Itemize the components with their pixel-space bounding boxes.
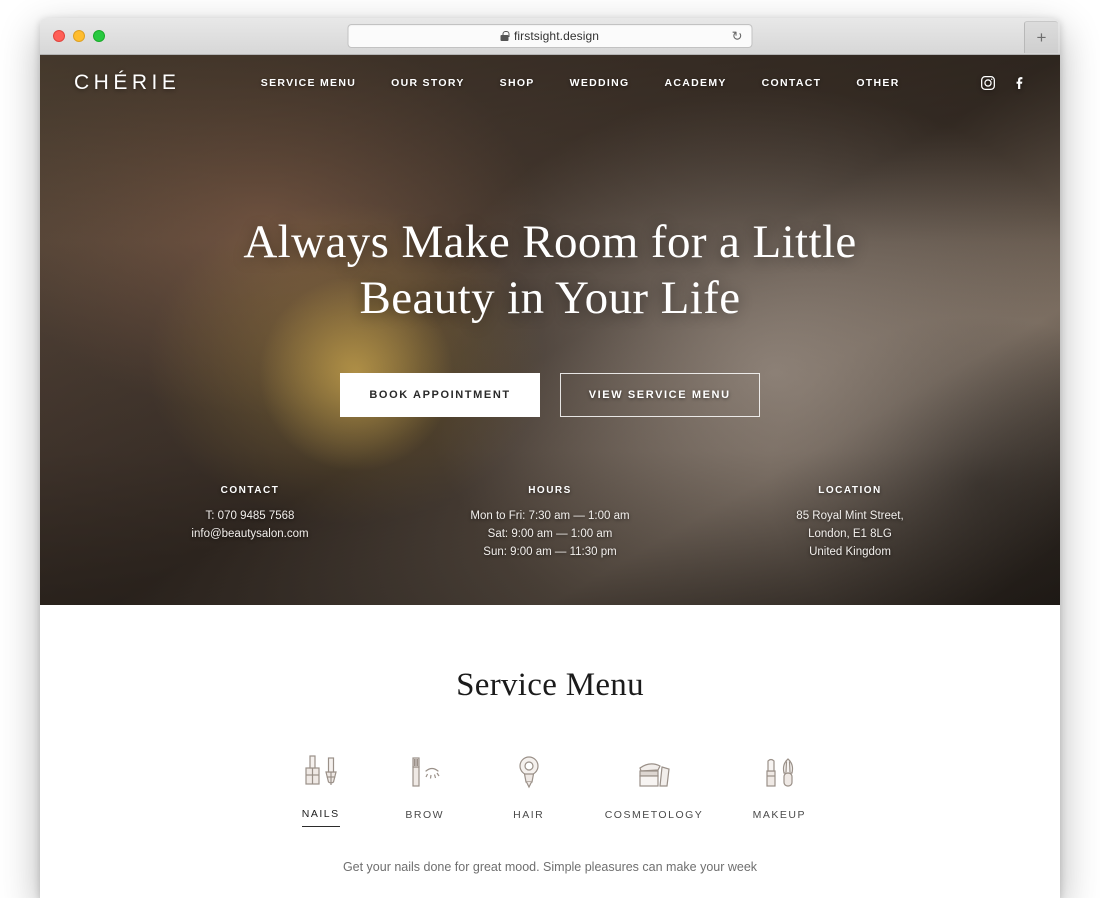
location-country: United Kingdom: [809, 545, 891, 558]
address-bar-content: firstsight.design: [500, 29, 600, 43]
lock-icon: [500, 31, 510, 41]
window-traffic-lights: [40, 30, 105, 42]
hours-weekday: Mon to Fri: 7:30 am — 1:00 am: [470, 510, 630, 522]
tab-nails[interactable]: NAILS: [293, 748, 349, 827]
info-column-location: LOCATION 85 Royal Mint Street, London, E…: [700, 485, 1000, 561]
reload-icon[interactable]: ↻: [732, 30, 743, 43]
nav-item-shop[interactable]: SHOP: [500, 77, 535, 89]
nav-item-other[interactable]: OTHER: [856, 77, 899, 89]
brow-brush-icon: [402, 749, 448, 795]
minimize-window-button[interactable]: [73, 30, 85, 42]
instagram-icon[interactable]: [980, 75, 996, 91]
hero-info-columns: CONTACT T: 070 9485 7568 info@beautysalo…: [40, 485, 1060, 561]
tab-makeup-label: MAKEUP: [752, 809, 806, 821]
tab-nails-label: NAILS: [301, 808, 340, 827]
book-appointment-button[interactable]: BOOK APPOINTMENT: [340, 372, 540, 417]
site-navigation: CHÉRIE SERVICE MENU OUR STORY SHOP WEDDI…: [40, 55, 1060, 111]
hero-content: Always Make Room for a Little Beauty in …: [40, 111, 1060, 417]
new-tab-button[interactable]: +: [1024, 21, 1058, 53]
tab-brow-label: BROW: [405, 809, 445, 821]
page-viewport: CHÉRIE SERVICE MENU OUR STORY SHOP WEDDI…: [40, 55, 1060, 898]
view-service-menu-button[interactable]: VIEW SERVICE MENU: [559, 372, 760, 417]
service-description: Get your nails done for great mood. Simp…: [342, 860, 758, 874]
facebook-icon[interactable]: [1012, 75, 1028, 91]
tab-makeup[interactable]: MAKEUP: [751, 749, 807, 827]
nav-item-our-story[interactable]: OUR STORY: [391, 77, 465, 89]
location-street: 85 Royal Mint Street,: [796, 510, 904, 522]
tab-brow[interactable]: BROW: [397, 749, 453, 827]
nav-item-contact[interactable]: CONTACT: [762, 77, 822, 89]
location-city: London, E1 8LG: [808, 527, 892, 540]
info-column-hours: HOURS Mon to Fri: 7:30 am — 1:00 am Sat:…: [400, 485, 700, 561]
location-heading: LOCATION: [818, 485, 882, 496]
hours-sunday: Sun: 9:00 am — 11:30 pm: [483, 545, 617, 558]
nav-item-wedding[interactable]: WEDDING: [570, 77, 630, 89]
hero-title-line-2: Beauty in Your Life: [359, 271, 741, 324]
nav-item-service-menu[interactable]: SERVICE MENU: [261, 77, 356, 89]
social-links: [980, 75, 1028, 91]
service-menu-title: Service Menu: [456, 667, 644, 703]
info-column-contact: CONTACT T: 070 9485 7568 info@beautysalo…: [100, 485, 400, 561]
site-logo[interactable]: CHÉRIE: [74, 71, 180, 95]
browser-chrome-bar: firstsight.design ↻ +: [40, 18, 1060, 55]
browser-window: firstsight.design ↻ + CHÉRIE SERVICE MEN…: [40, 18, 1060, 898]
tab-cosmetology-label: COSMETOLOGY: [604, 809, 704, 821]
nail-polish-icon: [298, 748, 344, 794]
contact-heading: CONTACT: [220, 485, 280, 496]
tab-hair[interactable]: HAIR: [501, 749, 557, 827]
service-category-tabs: NAILS BROW HAIR COSMETOLOGY MAKEUP: [40, 748, 1060, 827]
tab-hair-label: HAIR: [513, 809, 545, 821]
hero-title-line-1: Always Make Room for a Little: [243, 216, 857, 268]
contact-phone: T: 070 9485 7568: [205, 510, 295, 522]
lipstick-brush-icon: [756, 749, 802, 795]
hero-title: Always Make Room for a Little Beauty in …: [40, 215, 1060, 327]
close-window-button[interactable]: [53, 30, 65, 42]
cream-jar-icon: [629, 749, 679, 795]
tab-cosmetology[interactable]: COSMETOLOGY: [605, 749, 704, 827]
nav-item-academy[interactable]: ACADEMY: [664, 77, 726, 89]
contact-email: info@beautysalon.com: [191, 527, 309, 540]
address-bar[interactable]: firstsight.design ↻: [347, 24, 753, 48]
hero-section: CHÉRIE SERVICE MENU OUR STORY SHOP WEDDI…: [40, 55, 1060, 605]
hero-cta-group: BOOK APPOINTMENT VIEW SERVICE MENU: [40, 372, 1060, 417]
url-text: firstsight.design: [513, 29, 600, 43]
hair-dryer-icon: [506, 749, 552, 795]
service-menu-section: Service Menu NAILS BROW HAIR COSMETOLOGY…: [40, 605, 1060, 879]
hours-heading: HOURS: [528, 485, 572, 496]
nav-links: SERVICE MENU OUR STORY SHOP WEDDING ACAD…: [180, 77, 980, 89]
hours-saturday: Sat: 9:00 am — 1:00 am: [487, 527, 613, 540]
maximize-window-button[interactable]: [93, 30, 105, 42]
